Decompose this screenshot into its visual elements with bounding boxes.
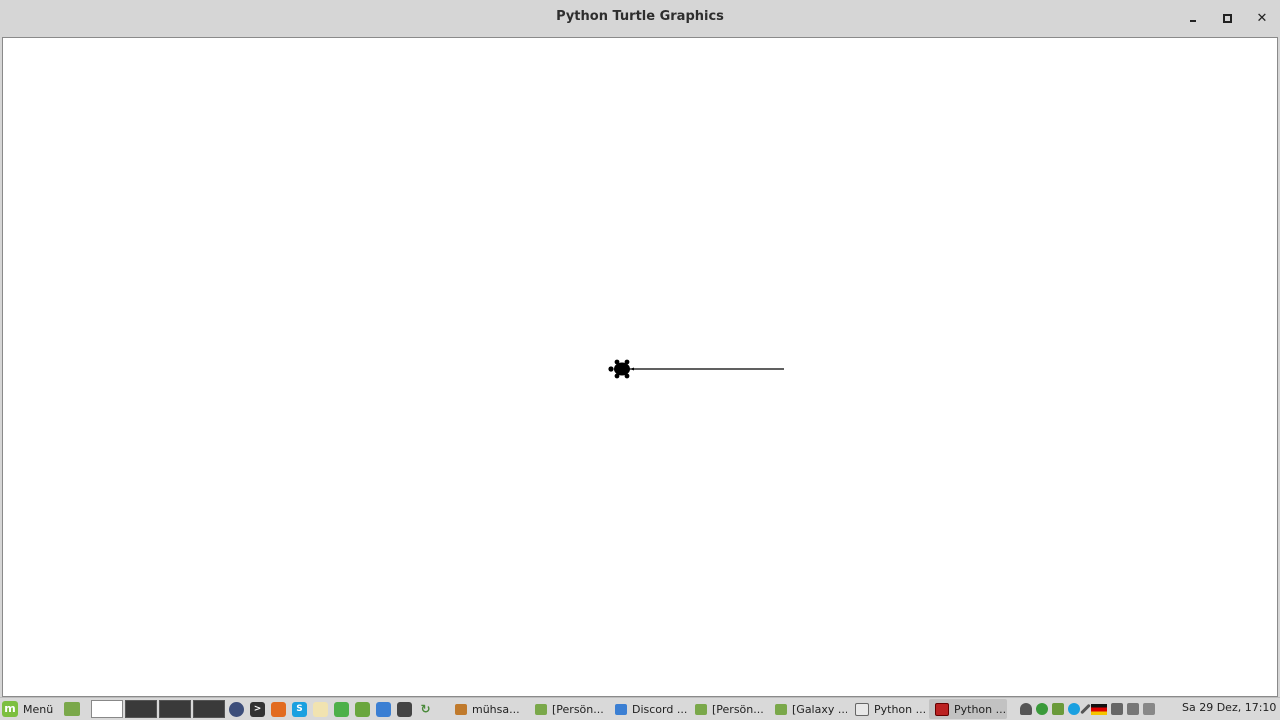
- refresh-icon[interactable]: ↻: [418, 702, 433, 717]
- task-button[interactable]: Discord ...: [609, 699, 687, 719]
- workspace-2[interactable]: [125, 700, 157, 718]
- skype-icon[interactable]: [1068, 703, 1080, 715]
- task-button[interactable]: [Persön...: [689, 699, 767, 719]
- task-button[interactable]: mühsa...: [449, 699, 527, 719]
- minimize-icon: [1190, 20, 1196, 22]
- chromium-icon[interactable]: [376, 701, 391, 717]
- task-button[interactable]: Python ...: [849, 699, 927, 719]
- mint-logo-icon: m: [2, 701, 18, 717]
- task-label: [Galaxy ...: [792, 702, 847, 716]
- quick-launch: > S ↻: [229, 699, 433, 719]
- menu-label: Menü: [23, 702, 54, 716]
- german-flag-icon[interactable]: [1091, 703, 1107, 715]
- folder-icon: [535, 703, 547, 715]
- editor-icon: [855, 702, 869, 716]
- task-label: Python ...: [874, 702, 927, 716]
- start-menu-button[interactable]: m Menü: [2, 699, 53, 719]
- files-icon[interactable]: [355, 701, 370, 717]
- maximize-icon: [1222, 13, 1232, 23]
- close-button[interactable]: ✕: [1251, 8, 1273, 28]
- chromium-icon: [615, 703, 627, 715]
- task-list: mühsa... [Persön... Discord ... [Persön.…: [449, 699, 1007, 719]
- workspace-switcher[interactable]: [91, 699, 225, 719]
- maximize-button[interactable]: [1216, 8, 1238, 28]
- skype-icon[interactable]: S: [292, 701, 307, 717]
- window-title: Python Turtle Graphics: [556, 9, 724, 24]
- task-label: [Persön...: [552, 702, 604, 716]
- folder-icon: [695, 703, 707, 715]
- system-tray: [1020, 699, 1155, 719]
- lock-icon[interactable]: [229, 701, 244, 717]
- desktop-icon: [64, 702, 80, 716]
- battery-icon[interactable]: [1143, 703, 1155, 715]
- taskbar: m Menü > S ↻ mühsa... [Persön... Discord…: [0, 697, 1280, 720]
- workspace-4[interactable]: [193, 700, 225, 718]
- firefox-icon[interactable]: [271, 701, 286, 717]
- clipboard-icon[interactable]: [1111, 703, 1123, 715]
- task-button[interactable]: [Persön...: [529, 699, 607, 719]
- tk-window-icon: [935, 702, 949, 716]
- show-desktop-button[interactable]: [64, 699, 80, 719]
- workspace-3[interactable]: [159, 700, 191, 718]
- user-icon[interactable]: [1020, 703, 1032, 715]
- task-label: Discord ...: [632, 702, 687, 716]
- terminal-icon[interactable]: >: [250, 701, 265, 717]
- workspace-1[interactable]: [91, 700, 123, 718]
- puzzle-icon[interactable]: [334, 701, 349, 717]
- task-button-active[interactable]: Python ...: [929, 699, 1007, 719]
- shield-icon[interactable]: [1052, 703, 1064, 715]
- turtle-canvas[interactable]: [2, 37, 1278, 697]
- system-monitor-icon[interactable]: [397, 701, 412, 717]
- close-icon: ✕: [1256, 10, 1268, 26]
- volume-icon[interactable]: [1127, 703, 1139, 715]
- turtle-drawing: [608, 359, 784, 379]
- clock[interactable]: Sa 29 Dez, 17:10: [1182, 701, 1276, 714]
- task-label: [Persön...: [712, 702, 764, 716]
- chrome-icon[interactable]: [1036, 703, 1048, 715]
- gimp-icon: [455, 703, 467, 715]
- pen-icon[interactable]: [1080, 703, 1091, 715]
- task-label: Python ...: [954, 702, 1007, 716]
- minimize-button[interactable]: [1182, 8, 1204, 28]
- turtle-icon: [608, 359, 634, 379]
- window-titlebar[interactable]: Python Turtle Graphics ✕: [0, 0, 1280, 37]
- text-editor-icon[interactable]: [313, 701, 328, 717]
- task-button[interactable]: [Galaxy ...: [769, 699, 847, 719]
- folder-icon: [775, 703, 787, 715]
- task-label: mühsa...: [472, 702, 520, 716]
